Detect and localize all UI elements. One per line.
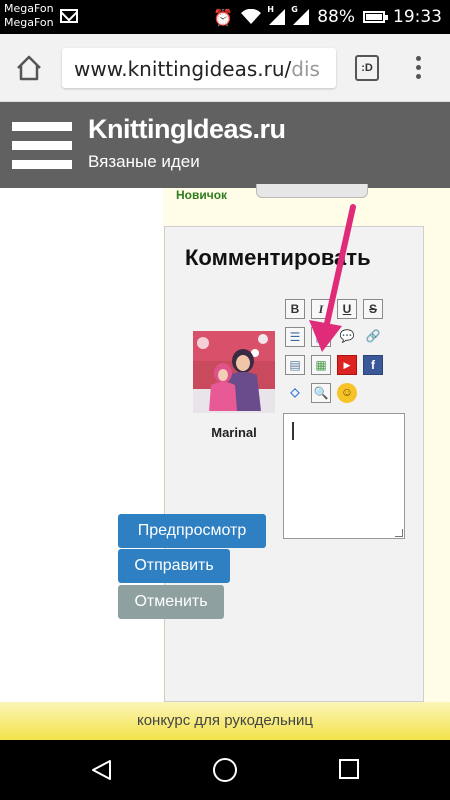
- carrier-labels: MegaFon MegaFon: [4, 2, 54, 30]
- preview-button[interactable]: Предпросмотр: [118, 514, 266, 548]
- signal-icon-2: G: [291, 5, 310, 25]
- status-bar: MegaFon MegaFon ⏰ H G 88% 19:33: [0, 0, 450, 34]
- hamburger-menu-icon[interactable]: [12, 122, 72, 172]
- mail-icon: [60, 9, 78, 23]
- list-icon[interactable]: ☰: [285, 327, 305, 347]
- site-header: KnittingIdeas.ru Вязаные идеи: [0, 102, 450, 188]
- comment-form: Комментировать Marinal B I U S ☰ ▣ 💬 🔗 ▤ ▦ ▶ f ◇ 🔍 ☺: [164, 226, 424, 702]
- carrier-2: MegaFon: [4, 16, 54, 29]
- bold-icon[interactable]: B: [285, 299, 305, 319]
- status-icons: ⏰ H G 88% 19:33: [213, 0, 442, 34]
- strikethrough-icon[interactable]: S: [363, 299, 383, 319]
- home-icon[interactable]: [14, 54, 44, 82]
- url-tail: dis: [291, 57, 320, 81]
- smiley-icon[interactable]: ☺: [337, 383, 357, 403]
- link-icon[interactable]: 🔗: [363, 327, 383, 347]
- profile-button-partial[interactable]: [256, 184, 368, 198]
- overflow-menu-icon[interactable]: [412, 54, 424, 82]
- battery-fill: [366, 14, 382, 20]
- youtube-icon[interactable]: ▶: [337, 355, 357, 375]
- network-2-label: G: [291, 5, 298, 14]
- alarm-icon: ⏰: [213, 7, 234, 27]
- home-nav-icon[interactable]: [213, 758, 237, 782]
- address-bar[interactable]: www.knittingideas.ru/dis: [62, 48, 336, 88]
- back-icon[interactable]: [90, 758, 114, 782]
- search-image-icon[interactable]: 🔍: [311, 383, 331, 403]
- insert-picture-icon[interactable]: ▦: [311, 355, 331, 375]
- send-button[interactable]: Отправить: [118, 549, 230, 583]
- italic-icon[interactable]: I: [311, 299, 331, 319]
- text-cursor: [292, 422, 294, 440]
- underline-icon[interactable]: U: [337, 299, 357, 319]
- avatar-photo: [193, 331, 275, 413]
- facebook-icon[interactable]: f: [363, 355, 383, 375]
- signal-icon-1: H: [267, 5, 286, 25]
- quote-icon[interactable]: 💬: [337, 327, 357, 347]
- network-1-label: H: [267, 5, 274, 14]
- carrier-1: MegaFon: [4, 2, 54, 15]
- avatar: [193, 331, 275, 413]
- system-navigation-bar: [0, 740, 450, 800]
- tabs-button[interactable]: :D: [355, 55, 379, 81]
- comment-textarea[interactable]: [283, 413, 405, 539]
- site-subtitle: Вязаные идеи: [88, 152, 200, 171]
- cancel-button[interactable]: Отменить: [118, 585, 224, 619]
- contest-banner[interactable]: конкурс для рукодельниц: [0, 702, 450, 740]
- comment-heading: Комментировать: [185, 245, 371, 270]
- comment-username[interactable]: Marinal: [193, 425, 275, 440]
- code-icon[interactable]: ◇: [285, 383, 305, 403]
- battery-percent: 88%: [317, 7, 355, 27]
- site-title[interactable]: KnittingIdeas.ru: [88, 114, 286, 145]
- browser-toolbar: www.knittingideas.ru/dis :D: [0, 34, 450, 102]
- url-main: www.knittingideas.ru/: [74, 57, 292, 81]
- user-rank: Новичок: [176, 188, 228, 202]
- battery-icon: [363, 11, 388, 23]
- resize-handle[interactable]: [395, 529, 403, 537]
- wifi-icon: [241, 9, 262, 24]
- image-upload-icon[interactable]: ▣: [311, 327, 331, 347]
- clock: 19:33: [393, 7, 442, 27]
- image-icon[interactable]: ▤: [285, 355, 305, 375]
- recent-apps-icon[interactable]: [339, 759, 359, 779]
- url-text: www.knittingideas.ru/dis: [74, 57, 320, 81]
- page-content: Новичок Комментировать Marinal B I U S ☰ ▣ 💬 🔗 ▤…: [0, 184, 450, 702]
